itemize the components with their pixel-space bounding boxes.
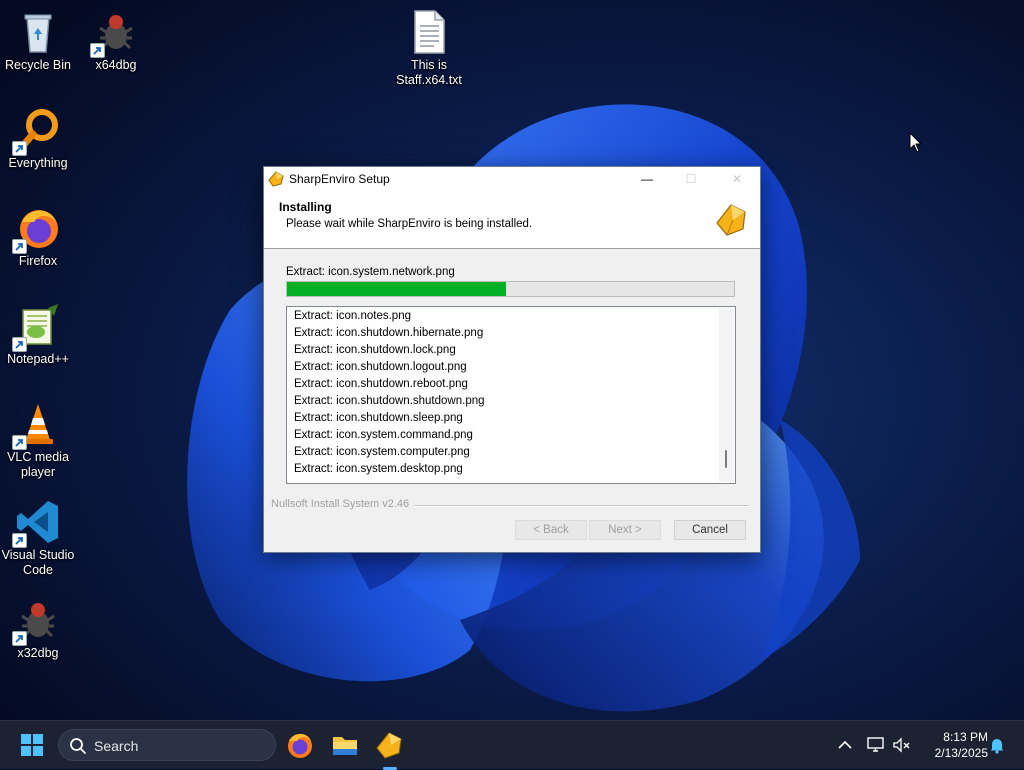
nsis-branding: Nullsoft Install System v2.46 — [271, 498, 410, 510]
page-title: Installing — [279, 200, 332, 214]
magnifier-icon — [12, 106, 62, 156]
current-status: Extract: icon.system.network.png — [286, 266, 455, 278]
notification-center-button[interactable] — [987, 735, 1007, 755]
desktop-icon-label: x64dbg — [95, 58, 137, 72]
vlc-cone-icon — [12, 400, 62, 450]
log-entry: Extract: icon.shutdown.lock.png — [294, 344, 456, 356]
desktop-icon-vlc[interactable]: VLC media player — [0, 400, 76, 480]
desktop-icon-label: Everything — [8, 156, 68, 170]
log-entry: Extract: icon.notes.png — [294, 310, 411, 322]
header-panel: Installing Please wait while SharpEnviro… — [264, 191, 760, 249]
sharpenviro-logo-icon — [716, 204, 746, 236]
back-button[interactable]: < Back — [515, 520, 587, 540]
network-icon — [867, 737, 884, 752]
desktop-icon-label: Firefox — [18, 254, 58, 268]
desktop-icon-x32dbg[interactable]: x32dbg — [0, 596, 76, 661]
desktop-icon-recycle-bin[interactable]: Recycle Bin — [0, 8, 76, 73]
system-clock[interactable]: 8:13 PM 2/13/2025 — [916, 729, 988, 761]
page-subtitle: Please wait while SharpEnviro is being i… — [286, 218, 533, 230]
search-placeholder: Search — [94, 738, 139, 754]
search-icon — [70, 738, 86, 754]
scrollbar-thumb[interactable] — [725, 450, 727, 468]
bug-icon — [90, 8, 140, 58]
log-entry: Extract: icon.system.command.png — [294, 429, 473, 441]
install-progress-bar — [286, 281, 735, 297]
sharpenviro-app-icon — [268, 171, 284, 187]
desktop-icon-label: Notepad++ — [7, 352, 69, 366]
clock-time: 8:13 PM — [943, 730, 988, 744]
taskbar-firefox[interactable] — [284, 729, 316, 761]
log-entry: Extract: icon.system.computer.png — [294, 446, 470, 458]
desktop-icon-label: VLC media player — [7, 450, 69, 479]
notepad-plus-plus-icon — [12, 302, 62, 352]
shortcut-arrow-icon — [12, 141, 27, 156]
chevron-up-icon — [838, 740, 852, 749]
desktop-icon-label: x32dbg — [17, 646, 59, 660]
log-entry: Extract: icon.shutdown.logout.png — [294, 361, 467, 373]
mouse-cursor-icon — [909, 132, 923, 153]
windows-start-icon — [21, 734, 43, 756]
recycle-bin-icon — [14, 8, 62, 56]
search-box[interactable]: Search — [58, 729, 276, 761]
volume-status[interactable] — [892, 735, 912, 755]
log-scrollbar[interactable] — [719, 308, 734, 482]
log-entry: Extract: icon.system.desktop.png — [294, 463, 463, 475]
log-entry: Extract: icon.shutdown.sleep.png — [294, 412, 463, 424]
taskbar-file-explorer[interactable] — [329, 729, 361, 761]
maximize-button[interactable]: ☐ — [668, 167, 714, 191]
firefox-icon — [288, 733, 312, 758]
notification-bell-icon — [990, 739, 1004, 754]
desktop-icon-x64dbg[interactable]: x64dbg — [78, 8, 154, 73]
taskbar-sharpenviro-setup[interactable] — [373, 729, 405, 770]
desktop-icon-label: This is Staff.x64.txt — [396, 58, 462, 87]
title-bar[interactable]: SharpEnviro Setup — ☐ ✕ — [264, 167, 760, 191]
firefox-icon — [12, 204, 62, 254]
desktop-icon-label: Visual Studio Code — [1, 548, 75, 577]
install-log[interactable]: Extract: icon.notes.png Extract: icon.shu… — [286, 306, 736, 484]
divider — [414, 505, 749, 507]
log-entry: Extract: icon.shutdown.reboot.png — [294, 378, 468, 390]
shortcut-arrow-icon — [12, 337, 27, 352]
vscode-icon — [12, 498, 62, 548]
clock-date: 2/13/2025 — [934, 746, 988, 760]
file-explorer-icon — [333, 737, 357, 755]
sharpenviro-setup-icon — [376, 732, 402, 759]
network-status[interactable] — [866, 735, 886, 755]
desktop-icon-notepad-plus-plus[interactable]: Notepad++ — [0, 302, 76, 367]
progress-fill — [287, 282, 507, 296]
setup-dialog: SharpEnviro Setup — ☐ ✕ Installing Pleas… — [263, 166, 761, 553]
shortcut-arrow-icon — [12, 435, 27, 450]
shortcut-arrow-icon — [12, 239, 27, 254]
text-file-icon — [405, 8, 453, 56]
taskbar: Search 8:13 PM 2/13/2025 — [0, 720, 1024, 770]
desktop-icon-everything[interactable]: Everything — [0, 106, 76, 171]
shortcut-arrow-icon — [12, 533, 27, 548]
shortcut-arrow-icon — [90, 43, 105, 58]
desktop-icon-text-file[interactable]: This is Staff.x64.txt — [390, 8, 468, 88]
desktop-icon-vscode[interactable]: Visual Studio Code — [0, 498, 76, 578]
log-entry: Extract: icon.shutdown.hibernate.png — [294, 327, 484, 339]
window-title: SharpEnviro Setup — [289, 172, 390, 186]
log-entry: Extract: icon.shutdown.shutdown.png — [294, 395, 485, 407]
log-list: Extract: icon.notes.png Extract: icon.shu… — [287, 307, 735, 478]
close-button[interactable]: ✕ — [714, 167, 760, 191]
desktop-icon-label: Recycle Bin — [5, 58, 71, 72]
bug-icon — [12, 596, 62, 646]
show-hidden-icons-button[interactable] — [835, 735, 855, 755]
start-button[interactable] — [16, 729, 48, 761]
minimize-button[interactable]: — — [624, 167, 670, 191]
next-button[interactable]: Next > — [589, 520, 661, 540]
cancel-button[interactable]: Cancel — [674, 520, 746, 540]
shortcut-arrow-icon — [12, 631, 27, 646]
desktop-icon-firefox[interactable]: Firefox — [0, 204, 76, 269]
volume-muted-icon — [893, 737, 910, 753]
